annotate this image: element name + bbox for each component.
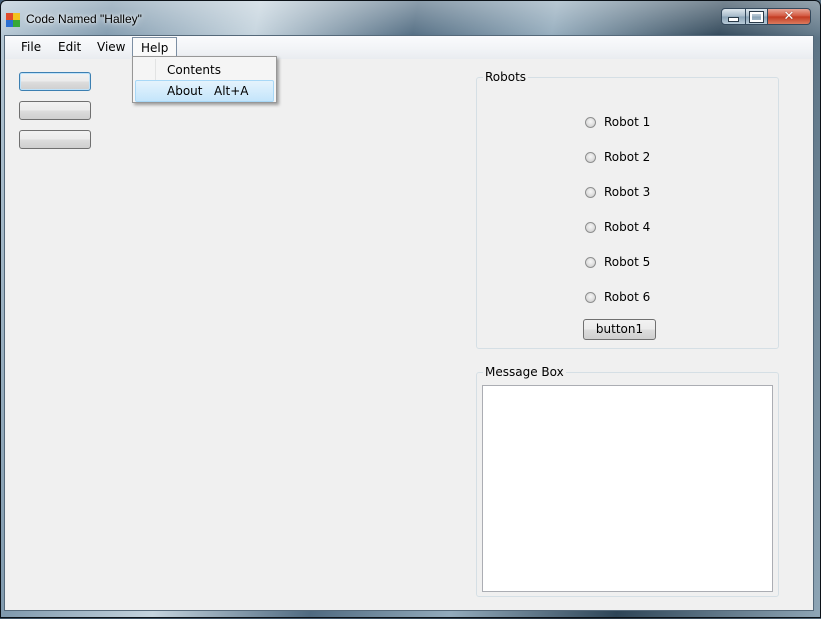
menu-item-about[interactable]: About Alt+A [135, 80, 274, 102]
radio-robot-6[interactable]: Robot 6 [585, 289, 650, 305]
menu-item-label: Contents [167, 63, 221, 77]
radio-button-icon[interactable] [585, 151, 596, 163]
message-group-title: Message Box [483, 365, 566, 379]
window-title: Code Named "Halley" [26, 12, 142, 26]
radio-button-icon[interactable] [585, 186, 596, 198]
maximize-button[interactable] [746, 8, 768, 25]
radio-button-icon[interactable] [585, 256, 596, 268]
radio-label: Robot 6 [604, 290, 651, 304]
menu-file[interactable]: File [21, 40, 41, 55]
menu-item-label: About [167, 84, 203, 98]
close-icon: ✕ [783, 9, 795, 24]
client-area: File Edit View Help Robots Robot 1 Robot… [4, 35, 814, 611]
radio-label: Robot 4 [604, 220, 651, 234]
radio-label: Robot 2 [604, 150, 651, 164]
radio-button-icon[interactable] [585, 116, 596, 128]
radio-robot-1[interactable]: Robot 1 [585, 114, 650, 130]
message-textbox[interactable] [482, 385, 773, 592]
help-dropdown-menu: Contents About Alt+A [132, 56, 277, 103]
menu-item-contents[interactable]: Contents [135, 59, 274, 81]
radio-robot-3[interactable]: Robot 3 [585, 184, 650, 200]
robots-group-title: Robots [483, 70, 529, 84]
radio-label: Robot 3 [604, 185, 651, 199]
minimize-button[interactable] [721, 8, 746, 25]
menu-bar: File Edit View Help [5, 36, 813, 59]
radio-button-icon[interactable] [585, 221, 596, 233]
menu-view[interactable]: View [97, 40, 125, 55]
radio-robot-4[interactable]: Robot 4 [585, 219, 650, 235]
button1[interactable]: button1 [583, 319, 656, 340]
left-button-1[interactable] [19, 72, 91, 91]
menu-item-shortcut: Alt+A [214, 84, 249, 98]
menu-help[interactable]: Help [132, 37, 178, 57]
left-button-2[interactable] [19, 101, 91, 120]
message-groupbox: Message Box [476, 365, 779, 597]
app-window: Code Named "Halley" ✕ File Edit View Hel… [0, 0, 821, 618]
minimize-icon [728, 17, 739, 22]
menu-edit[interactable]: Edit [58, 40, 81, 55]
radio-button-icon[interactable] [585, 291, 596, 303]
maximize-icon [749, 10, 764, 23]
robots-groupbox: Robots Robot 1 Robot 2 Robot 3 Robot 4 R… [476, 70, 779, 349]
radio-robot-5[interactable]: Robot 5 [585, 254, 650, 270]
radio-label: Robot 5 [604, 255, 651, 269]
radio-label: Robot 1 [604, 115, 651, 129]
radio-robot-2[interactable]: Robot 2 [585, 149, 650, 165]
left-button-3[interactable] [19, 130, 91, 149]
app-icon[interactable] [6, 13, 20, 27]
caption-buttons: ✕ [721, 8, 811, 25]
title-bar[interactable]: Code Named "Halley" ✕ [1, 1, 820, 35]
close-button[interactable]: ✕ [768, 8, 811, 25]
